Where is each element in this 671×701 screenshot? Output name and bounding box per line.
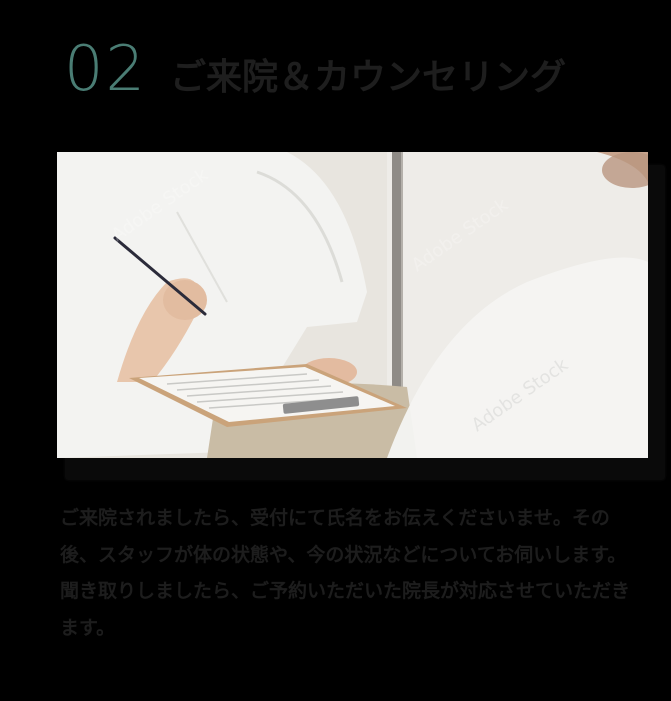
body-text: ご来院されましたら、受付にて氏名をお伝えくださいませ。その後、スタッフが体の状態…	[60, 500, 640, 646]
body-paragraph-1: ご来院されましたら、受付にて氏名をお伝えくださいませ。その後、スタッフが体の状態…	[60, 507, 627, 566]
step-title: ご来院＆カウンセリング	[170, 57, 567, 98]
step-number: 02	[64, 32, 147, 105]
counseling-photo: Adobe Stock Adobe Stock Adobe Stock	[57, 152, 648, 458]
body-paragraph-2: 聞き取りしましたら、ご予約いただいた院長が対応させていただきます。	[60, 580, 631, 639]
